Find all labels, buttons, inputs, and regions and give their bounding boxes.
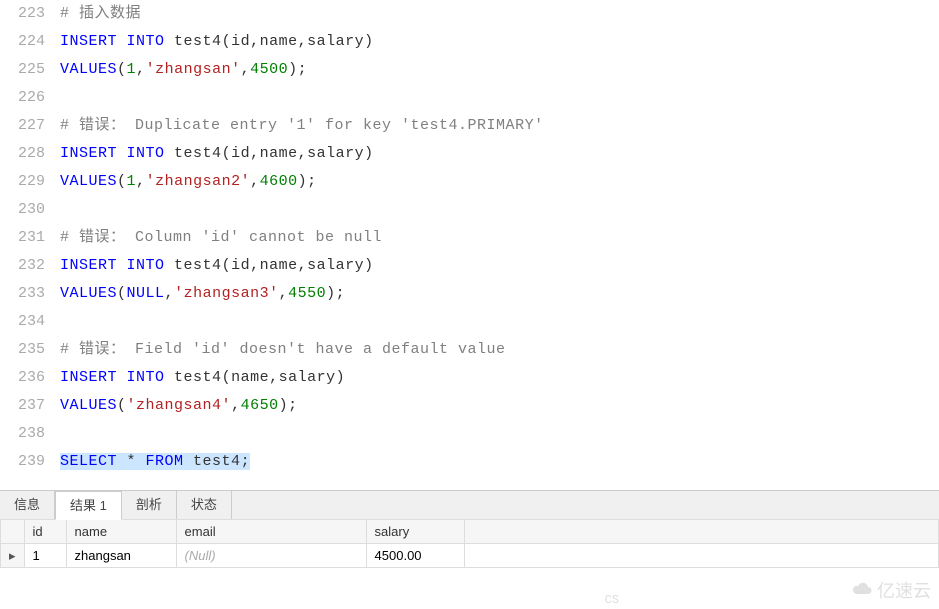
cell-name[interactable]: zhangsan <box>66 544 176 568</box>
col-header-id[interactable]: id <box>24 520 66 544</box>
col-spacer <box>464 520 938 544</box>
code-line[interactable] <box>60 308 939 336</box>
line-number: 223 <box>0 0 45 28</box>
code-line[interactable]: # 错误： Duplicate entry '1' for key 'test4… <box>60 112 939 140</box>
cell-salary[interactable]: 4500.00 <box>366 544 464 568</box>
watermark: 亿速云 <box>849 577 931 603</box>
line-number-gutter: 2232242252262272282292302312322332342352… <box>0 0 55 490</box>
results-panel: 信息结果 1剖析状态 id name email salary ▸1zhangs… <box>0 490 939 568</box>
line-number: 232 <box>0 252 45 280</box>
line-number: 231 <box>0 224 45 252</box>
header-row: id name email salary <box>1 520 939 544</box>
line-number: 226 <box>0 84 45 112</box>
line-number: 230 <box>0 196 45 224</box>
line-number: 225 <box>0 56 45 84</box>
code-line[interactable]: VALUES(1,'zhangsan2',4600); <box>60 168 939 196</box>
row-selector-header <box>1 520 25 544</box>
cloud-icon <box>849 579 873 602</box>
code-line[interactable]: INSERT INTO test4(id,name,salary) <box>60 252 939 280</box>
tab-3[interactable]: 状态 <box>177 491 232 519</box>
code-line[interactable]: # 错误： Field 'id' doesn't have a default … <box>60 336 939 364</box>
cell-id[interactable]: 1 <box>24 544 66 568</box>
line-number: 236 <box>0 364 45 392</box>
table-row[interactable]: ▸1zhangsan(Null)4500.00 <box>1 544 939 568</box>
line-number: 239 <box>0 448 45 476</box>
code-line[interactable] <box>60 196 939 224</box>
watermark-text: 亿速云 <box>877 577 931 603</box>
code-line[interactable]: VALUES('zhangsan4',4650); <box>60 392 939 420</box>
row-selector[interactable]: ▸ <box>1 544 25 568</box>
line-number: 224 <box>0 28 45 56</box>
col-header-name[interactable]: name <box>66 520 176 544</box>
col-header-email[interactable]: email <box>176 520 366 544</box>
col-header-salary[interactable]: salary <box>366 520 464 544</box>
line-number: 238 <box>0 420 45 448</box>
line-number: 235 <box>0 336 45 364</box>
tab-0[interactable]: 信息 <box>0 491 55 519</box>
code-line[interactable]: VALUES(NULL,'zhangsan3',4550); <box>60 280 939 308</box>
line-number: 237 <box>0 392 45 420</box>
tab-2[interactable]: 剖析 <box>122 491 177 519</box>
line-number: 233 <box>0 280 45 308</box>
tab-1[interactable]: 结果 1 <box>55 491 122 520</box>
cell-spacer <box>464 544 938 568</box>
line-number: 229 <box>0 168 45 196</box>
line-number: 234 <box>0 308 45 336</box>
code-line[interactable] <box>60 420 939 448</box>
cs-watermark: CS <box>605 593 619 607</box>
code-line[interactable]: # 插入数据 <box>60 0 939 28</box>
sql-editor[interactable]: 2232242252262272282292302312322332342352… <box>0 0 939 490</box>
code-line[interactable]: INSERT INTO test4(id,name,salary) <box>60 140 939 168</box>
code-line[interactable]: INSERT INTO test4(id,name,salary) <box>60 28 939 56</box>
code-area[interactable]: # 插入数据INSERT INTO test4(id,name,salary)V… <box>55 0 939 490</box>
line-number: 227 <box>0 112 45 140</box>
line-number: 228 <box>0 140 45 168</box>
result-table: id name email salary ▸1zhangsan(Null)450… <box>0 519 939 568</box>
panel-tabs: 信息结果 1剖析状态 <box>0 491 939 519</box>
code-line[interactable]: SELECT * FROM test4; <box>60 448 939 476</box>
code-line[interactable]: VALUES(1,'zhangsan',4500); <box>60 56 939 84</box>
code-line[interactable]: INSERT INTO test4(name,salary) <box>60 364 939 392</box>
code-line[interactable]: # 错误： Column 'id' cannot be null <box>60 224 939 252</box>
cell-email[interactable]: (Null) <box>176 544 366 568</box>
code-line[interactable] <box>60 84 939 112</box>
